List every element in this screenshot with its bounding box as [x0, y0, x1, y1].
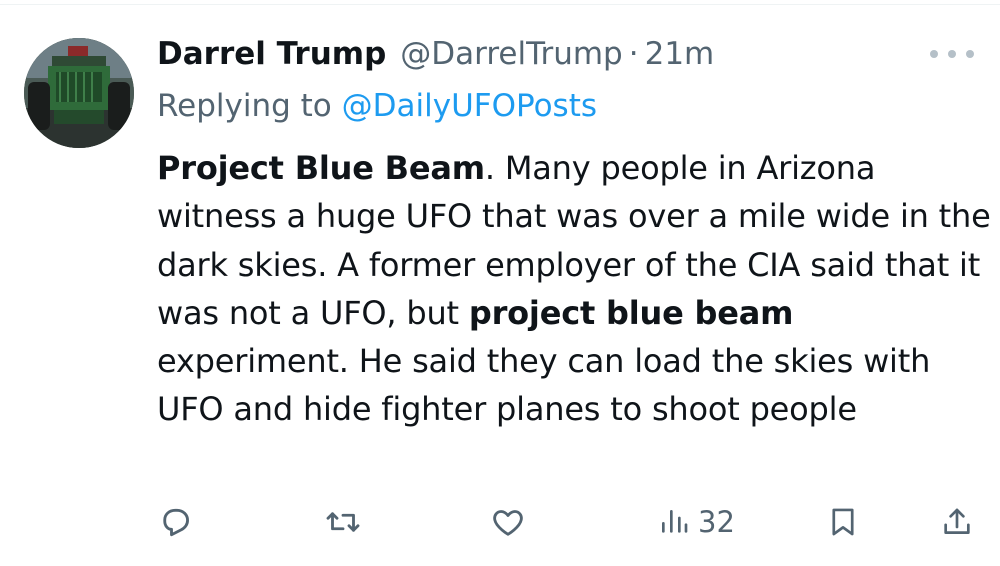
retweet-icon — [326, 512, 360, 532]
bookmark-button[interactable] — [826, 500, 860, 544]
views-button[interactable]: 32 — [658, 500, 735, 544]
author-handle[interactable]: @DarrelTrump — [400, 30, 622, 78]
retweet-button[interactable] — [324, 500, 362, 544]
top-divider — [0, 0, 1000, 5]
reply-button[interactable] — [158, 500, 194, 544]
tweet-text-bold-1: Project Blue Beam — [157, 149, 485, 187]
separator-dot: · — [628, 36, 639, 72]
more-options-button[interactable] — [930, 42, 974, 66]
more-horizontal-icon — [966, 50, 974, 58]
replying-to-handle[interactable]: @DailyUFOPosts — [342, 88, 597, 124]
bookmark-icon — [832, 508, 854, 536]
green-tractor-avatar — [24, 38, 134, 148]
views-bar-chart-icon — [662, 510, 688, 533]
heart-icon — [493, 510, 523, 536]
tweet-header: Darrel Trump @DarrelTrump · 21m — [157, 30, 714, 78]
replying-to-line: Replying to @DailyUFOPosts — [157, 82, 597, 130]
like-button[interactable] — [490, 500, 526, 544]
tweet-text-part-4: experiment. He said they can load the sk… — [157, 342, 931, 429]
tweet-actions-bar: 32 — [150, 500, 980, 544]
tweet-text: Project Blue Beam. Many people in Arizon… — [157, 144, 992, 434]
reply-icon — [163, 508, 189, 537]
share-icon — [944, 508, 970, 534]
avatar[interactable] — [24, 38, 134, 148]
more-horizontal-icon — [930, 50, 938, 58]
author-display-name[interactable]: Darrel Trump — [157, 30, 386, 78]
tweet-text-bold-2: project blue beam — [468, 293, 794, 332]
views-count: 32 — [698, 505, 735, 539]
share-button[interactable] — [940, 500, 974, 544]
more-horizontal-icon — [948, 50, 956, 58]
timestamp[interactable]: 21m — [645, 30, 715, 78]
replying-to-label: Replying to — [157, 88, 342, 124]
